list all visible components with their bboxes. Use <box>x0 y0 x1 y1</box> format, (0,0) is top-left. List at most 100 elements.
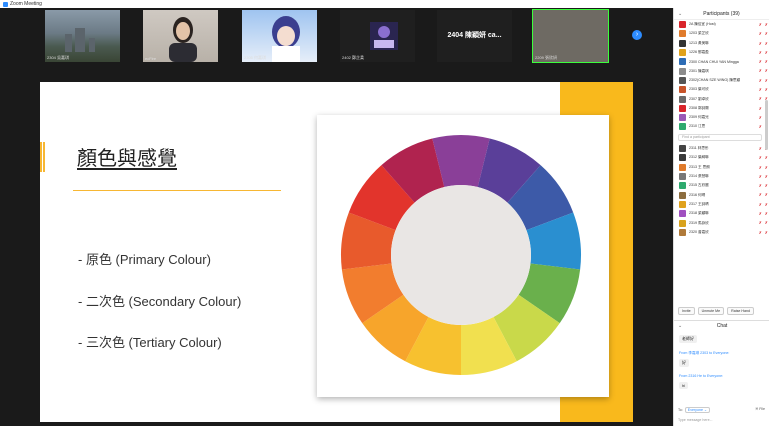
mic-muted-icon: ✗ <box>758 40 762 46</box>
avatar <box>679 191 686 199</box>
participant-name: 2310 江思 <box>689 124 706 129</box>
bullet-tertiary: - 三次色 (Tertiary Colour) <box>78 335 222 350</box>
participant-row[interactable]: 2A 陳佳宜 (Host) ✗ ✗ <box>674 20 769 29</box>
participant-list-bottom: 2311 林思彤✗✗2312 葉綺琳✗✗2313 王 思朗✗✗2314 張慧琳✗… <box>674 144 769 237</box>
participant-row[interactable]: 2318 梁穎琳 ✗ ✗ <box>674 209 769 218</box>
participant-name: 2314 張慧琳 <box>689 174 709 179</box>
unmute-me-button[interactable]: Unmute Me <box>697 307 725 315</box>
participant-row[interactable]: 2313 王 思朗 ✗ ✗ <box>674 163 769 172</box>
participant-name: 2319 馬詠欣 <box>689 220 709 225</box>
mic-muted-icon: ✗ <box>758 146 762 151</box>
mic-muted-icon: ✗ <box>758 124 762 130</box>
participant-search-input[interactable]: Find a participant <box>678 134 762 141</box>
participant-name: 2315 古欣麗 <box>689 183 709 188</box>
bullet-primary: - 原色 (Primary Colour) <box>78 252 211 267</box>
participant-name: 2318 梁穎琳 <box>689 211 709 216</box>
mic-muted-icon: ✗ <box>758 87 762 93</box>
participant-name: 2308 郭詩陽 <box>689 105 709 110</box>
video-tile-active[interactable]: 2209 張欣妍 <box>532 9 609 63</box>
participant-row[interactable]: 1213 黃美琳 ✗ ✗ <box>674 39 769 48</box>
video-tile[interactable]: 2305 何嘉琪 <box>242 10 317 62</box>
mic-muted-icon: ✗ <box>758 192 762 198</box>
avatar <box>679 154 686 162</box>
participant-row[interactable]: 2320 曾嘉欣 ✗ ✗ <box>674 228 769 237</box>
mic-muted-icon: ✗ <box>758 22 762 27</box>
video-off-icon: ✗ <box>764 173 768 179</box>
city-building <box>75 28 85 52</box>
chat-recipient-select[interactable]: Everyone ⌄ <box>684 407 710 413</box>
participant-name: 2309 何嘉兒 <box>689 115 709 120</box>
raise-hand-button[interactable]: Raise Hand <box>727 307 754 315</box>
chevron-down-icon[interactable]: ⌄ <box>678 8 682 20</box>
chat-recipient: To: Everyone ⌄ <box>678 407 710 413</box>
video-off-icon: ✗ <box>764 49 768 55</box>
tile-name: ecFire <box>145 56 157 61</box>
participant-name: 2302(CHAN SZE WING) 陳思穎 <box>689 77 741 82</box>
gallery-next-button[interactable]: › <box>632 30 642 40</box>
avatar <box>679 104 686 112</box>
participant-row[interactable]: 1203 梁芷欣 ✗ ✗ <box>674 29 769 38</box>
participant-name: 2313 王 思朗 <box>689 164 710 169</box>
participant-row[interactable]: 2301 陳嘉琪 ✗ ✗ <box>674 66 769 75</box>
side-panel: ⌄ Participants (39) 2A 陳佳宜 (Host) ✗ ✗ 1203 … <box>673 8 769 426</box>
participant-row[interactable]: 2303 葉可欣 ✗ ✗ <box>674 85 769 94</box>
chevron-down-icon[interactable]: ⌄ <box>678 321 682 331</box>
participant-row[interactable]: 2314 張慧琳 ✗ ✗ <box>674 172 769 181</box>
tile-big-name: 2404 陳穎妍 ca... <box>447 32 502 39</box>
participant-name: 2311 林思彤 <box>689 146 709 151</box>
video-off-icon: ✗ <box>764 229 768 235</box>
avatar <box>679 163 686 171</box>
participant-row[interactable]: 2302(CHAN SZE WING) 陳思穎 ✗ ✗ <box>674 76 769 85</box>
video-off-icon: ✗ <box>764 192 768 198</box>
participant-row[interactable]: 2316 何晴 ✗ ✗ <box>674 190 769 199</box>
participants-title: Participants (39) <box>703 11 740 17</box>
invite-button[interactable]: Invite <box>678 307 695 315</box>
video-off-icon: ✗ <box>764 77 768 83</box>
video-tile[interactable]: 2402 鄭芷柔 <box>340 10 415 62</box>
participant-row[interactable]: 2309 何嘉兒✗✗ <box>674 113 769 122</box>
zoom-app-icon <box>3 1 8 7</box>
participant-name: 2303 葉可欣 <box>689 87 709 92</box>
participant-row[interactable]: 2312 葉綺琳 ✗ ✗ <box>674 153 769 162</box>
avatar <box>679 39 686 47</box>
chat-sender: From 2316 He to Everyone: <box>679 374 724 378</box>
window-title: Zoom Meeting <box>10 1 42 7</box>
participant-row[interactable]: 2300 CHAN CHUI YAN Mingga ✗ ✗ <box>674 57 769 66</box>
video-tile[interactable]: ecFire <box>143 10 218 62</box>
avatar <box>679 219 686 227</box>
chat-to-label: To: <box>678 408 683 412</box>
video-tile[interactable]: 2404 陳穎妍 ca... <box>437 10 512 62</box>
participant-name: 2301 陳嘉琪 <box>689 68 709 73</box>
wheel-center <box>391 185 531 325</box>
heading-rule <box>73 190 281 191</box>
participant-row[interactable]: 2307 劉卓欣 ✗ ✗ <box>674 94 769 103</box>
title-bar: Zoom Meeting <box>0 0 769 8</box>
video-off-icon: ✗ <box>764 59 768 65</box>
video-off-icon: ✗ <box>764 87 768 93</box>
tile-name: 2402 鄭芷柔 <box>342 55 365 60</box>
chat-message-input[interactable]: Type message here... <box>678 416 766 424</box>
mic-muted-icon: ✗ <box>758 105 762 111</box>
slide-accent-bars <box>40 142 45 172</box>
participant-row[interactable]: 2317 王詩晴 ✗ ✗ <box>674 200 769 209</box>
file-button[interactable]: 🗎 File <box>755 407 765 413</box>
avatar <box>679 86 686 94</box>
participant-row[interactable]: 1226 鄧嘉盈 ✗ ✗ <box>674 48 769 57</box>
chat-title: Chat <box>716 323 728 329</box>
color-wheel <box>341 135 581 375</box>
mic-muted-icon: ✗ <box>758 220 762 226</box>
participant-row[interactable]: 2310 江思✗✗ <box>674 122 769 131</box>
avatar <box>679 210 686 218</box>
video-off-icon: ✗ <box>764 22 768 27</box>
participants-scrollbar[interactable] <box>765 100 768 150</box>
participant-row[interactable]: 2315 古欣麗 ✗ ✗ <box>674 181 769 190</box>
tile-name: 2304 吳嘉琪 <box>47 55 70 60</box>
participant-row[interactable]: 2319 馬詠欣 ✗ ✗ <box>674 218 769 227</box>
bullet-secondary: - 二次色 (Secondary Colour) <box>78 294 242 309</box>
video-tile[interactable]: 2304 吳嘉琪 <box>45 10 120 62</box>
participant-actions: Invite Unmute Me Raise Hand <box>678 307 754 315</box>
city-building <box>89 38 95 52</box>
video-off-icon: ✗ <box>764 31 768 37</box>
participant-row[interactable]: 2308 郭詩陽✗✗ <box>674 104 769 113</box>
participant-row[interactable]: 2311 林思彤✗✗ <box>674 144 769 153</box>
